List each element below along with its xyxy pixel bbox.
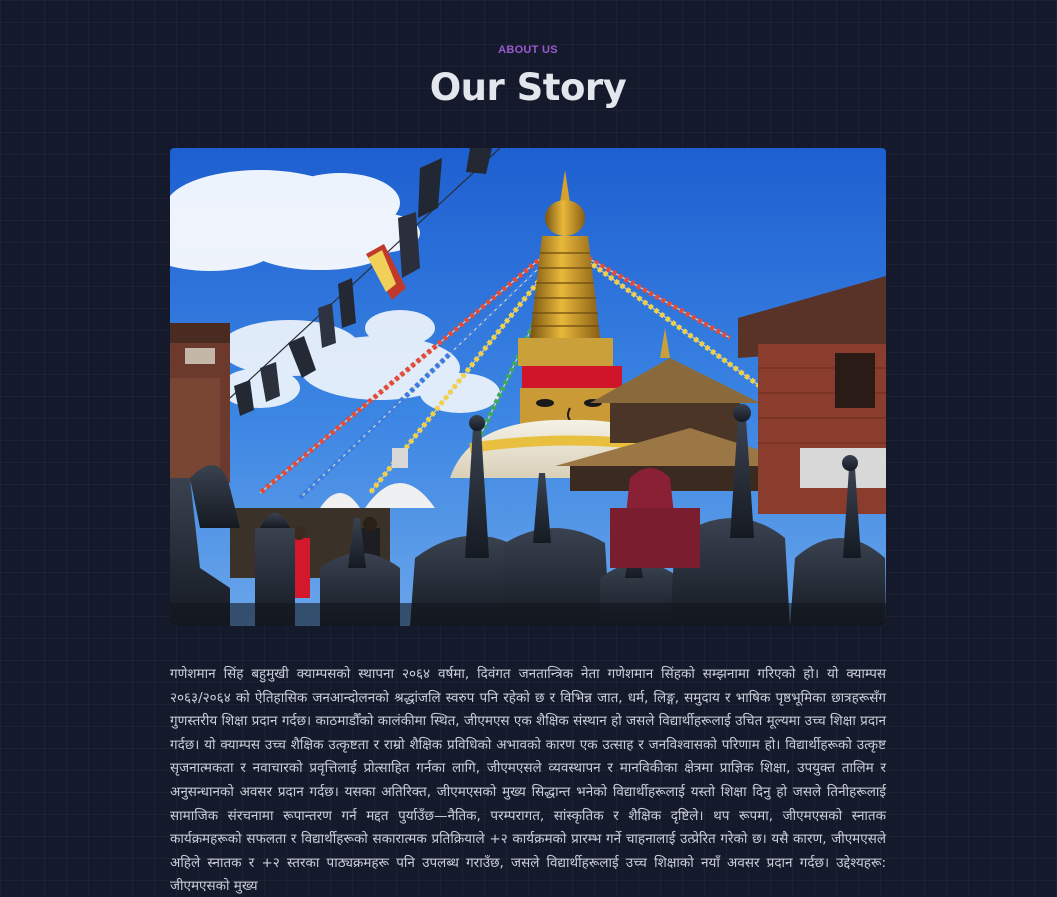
page-title: Our Story bbox=[429, 66, 627, 109]
story-paragraph: गणेशमान सिंह बहुमुखी क्याम्पसको स्थापना … bbox=[170, 666, 886, 895]
section-eyebrow: ABOUT US bbox=[498, 44, 558, 56]
story-photo bbox=[170, 148, 886, 626]
